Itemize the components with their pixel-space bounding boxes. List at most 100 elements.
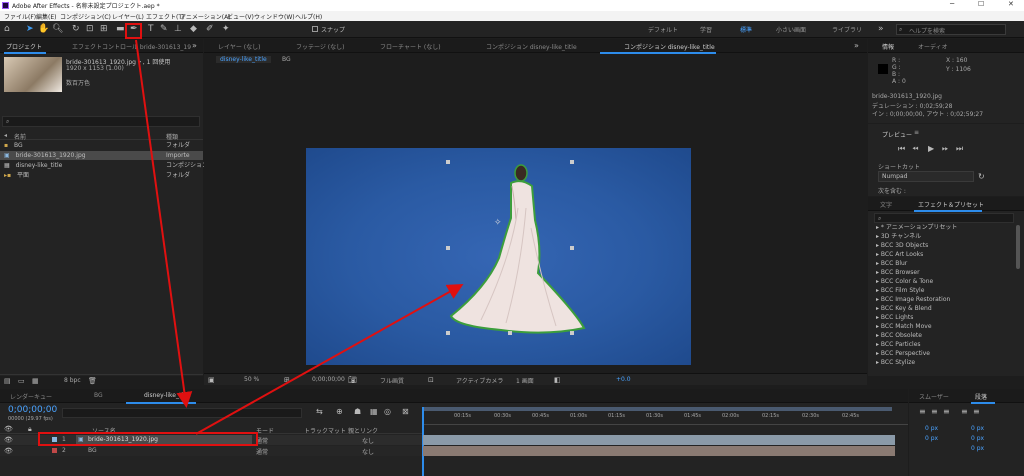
snap-checkbox[interactable] xyxy=(312,26,318,32)
selection-tool-icon[interactable]: ➤ xyxy=(26,24,34,34)
views-select[interactable]: 1 画面 xyxy=(516,376,534,385)
effect-category-item[interactable]: ▸ BCC Particles xyxy=(876,341,921,349)
rotate-tool-icon[interactable]: ↻ xyxy=(72,24,80,34)
transform-handle[interactable] xyxy=(570,331,574,335)
transform-handle[interactable] xyxy=(508,331,512,335)
indent-right[interactable]: 0 px xyxy=(971,425,984,432)
menu-file[interactable]: ファイル(F) xyxy=(4,12,36,21)
effect-category-item[interactable]: ▸ BCC Color & Tone xyxy=(876,278,933,286)
justify-icon[interactable]: ≡ xyxy=(961,407,968,417)
tab-info[interactable]: 情報 xyxy=(882,42,894,51)
col-track-matte[interactable]: トラックマット xyxy=(304,426,346,435)
tab-bg-comp[interactable]: BG xyxy=(94,392,103,399)
menu-window[interactable]: ウィンドウ(W) xyxy=(254,12,295,21)
menu-composition[interactable]: コンポジション(C) xyxy=(60,12,111,21)
bit-depth-button[interactable]: 8 bpc xyxy=(64,377,81,384)
trash-icon[interactable]: 🗑︎ xyxy=(88,376,97,386)
tab-effect-controls[interactable]: エフェクトコントロール bride-301613_19 xyxy=(72,42,191,51)
tab-project[interactable]: プロジェクト xyxy=(6,42,42,51)
menu-layer[interactable]: レイヤー(L) xyxy=(112,12,144,21)
effect-category-item[interactable]: ▸ BCC Image Restoration xyxy=(876,296,950,304)
workspace-libraries[interactable]: ライブラリ xyxy=(832,25,862,34)
workspace-default[interactable]: デフォルト xyxy=(648,25,678,34)
work-area-bar[interactable] xyxy=(422,407,892,411)
frame-blending-icon[interactable]: ▦ xyxy=(370,407,378,417)
hand-tool-icon[interactable]: ✋ xyxy=(38,24,49,34)
space-after[interactable]: 0 px xyxy=(971,445,984,452)
align-right-icon[interactable]: ≡ xyxy=(943,407,950,417)
shy-icon[interactable]: ☗ xyxy=(354,407,361,417)
layer-mode[interactable]: 通常 xyxy=(256,447,268,456)
effect-category-item[interactable]: ▸ BCC Art Looks xyxy=(876,251,923,259)
graph-editor-icon[interactable]: ⊠ xyxy=(402,407,409,417)
motion-blur-icon[interactable]: ◎ xyxy=(384,407,391,417)
pan-behind-tool-icon[interactable]: ⊞ xyxy=(100,24,108,34)
home-icon[interactable]: ⌂ xyxy=(4,24,10,34)
tab-audio[interactable]: オーディオ xyxy=(918,42,948,51)
preview-menu-icon[interactable]: ≡ xyxy=(914,129,919,136)
time-ruler[interactable]: 00:15s 00:30s 00:45s 01:00s 01:15s 01:30… xyxy=(422,407,908,476)
col-parent[interactable]: 親とリンク xyxy=(348,426,378,435)
draft-3d-icon[interactable]: ⊕ xyxy=(336,407,343,417)
prev-frame-icon[interactable]: ⏪︎ xyxy=(912,144,918,154)
col-mode[interactable]: モード xyxy=(256,426,274,435)
workspace-learn[interactable]: 学習 xyxy=(700,25,712,34)
roto-brush-tool-icon[interactable]: ✐ xyxy=(206,24,214,34)
indent-left[interactable]: 0 px xyxy=(925,425,938,432)
effect-category-item[interactable]: ▸ BCC Film Style xyxy=(876,287,924,295)
tab-flowchart[interactable]: フローチャート (なし) xyxy=(380,42,441,51)
brush-tool-icon[interactable]: ✎ xyxy=(160,24,168,34)
panel-more-icon[interactable]: » xyxy=(192,41,197,51)
align-left-icon[interactable]: ≡ xyxy=(919,407,926,417)
loop-icon[interactable]: ↻ xyxy=(978,172,985,182)
close-button[interactable]: ✕ xyxy=(1008,0,1014,8)
layer-parent[interactable]: なし xyxy=(362,447,374,456)
transform-handle[interactable] xyxy=(570,160,574,164)
effect-category-item[interactable]: ▸ BCC Obsolete xyxy=(876,332,922,340)
transform-handle[interactable] xyxy=(446,246,450,250)
maximize-button[interactable]: ☐ xyxy=(978,0,984,8)
help-search-box[interactable]: ⌕ ヘルプを検索 xyxy=(896,24,1006,35)
col-name[interactable]: 名前 xyxy=(14,132,26,141)
camera-select[interactable]: アクティブカメラ xyxy=(456,376,503,385)
zoom-select[interactable]: 50 % xyxy=(244,376,259,383)
tab-render-queue[interactable]: レンダーキュー xyxy=(10,392,52,401)
effect-category-item[interactable]: ▸ BCC Blur xyxy=(876,260,907,268)
subtab-comp[interactable]: disney-like_title xyxy=(216,56,271,63)
col-type[interactable]: 種類 xyxy=(166,132,178,141)
play-icon[interactable]: ▶ xyxy=(928,144,934,154)
menu-effect[interactable]: エフェクト(T) xyxy=(146,12,184,21)
layer-bar[interactable] xyxy=(423,435,895,445)
resolution-select[interactable]: フル画質 xyxy=(380,376,404,385)
camera-tool-icon[interactable]: ⊡ xyxy=(86,24,94,34)
last-frame-icon[interactable]: ⏭ xyxy=(956,144,963,154)
layer-row[interactable]: 👁︎ 2 BG 通常 なし xyxy=(0,446,422,456)
effects-scrollbar[interactable] xyxy=(1016,225,1020,269)
effect-category-item[interactable]: ▸ BCC Perspective xyxy=(876,350,930,358)
comp-flowchart-icon[interactable]: ⇆ xyxy=(316,407,323,417)
always-preview-icon[interactable]: ▣ xyxy=(208,375,215,385)
anchor-point-icon[interactable]: ✧ xyxy=(494,218,502,228)
effects-search-input[interactable]: ⌕ xyxy=(874,213,1014,223)
align-center-icon[interactable]: ≡ xyxy=(931,407,938,417)
timeline-timecode[interactable]: 0;00;00;00 xyxy=(8,405,57,415)
tab-smoother[interactable]: スムーザー xyxy=(919,392,949,401)
new-composition-icon[interactable]: ▦ xyxy=(32,376,39,386)
shortcut-select[interactable]: Numpad xyxy=(878,171,974,182)
space-before[interactable]: 0 px xyxy=(971,435,984,442)
effect-category-item[interactable]: ▸ BCC Browser xyxy=(876,269,920,277)
tab-composition-active[interactable]: コンポジション disney-like_title xyxy=(624,42,715,51)
zoom-tool-icon[interactable]: 🔍︎ xyxy=(52,24,63,34)
layer-bar[interactable] xyxy=(423,446,895,456)
tab-footage[interactable]: フッテージ (なし) xyxy=(296,42,344,51)
effect-category-item[interactable]: ▸ * アニメーションプリセット xyxy=(876,224,957,232)
interpret-footage-icon[interactable]: ▤ xyxy=(4,376,11,386)
next-frame-icon[interactable]: ⏩︎ xyxy=(942,144,948,154)
visibility-eye-icon[interactable]: 👁︎ xyxy=(4,435,13,445)
eraser-tool-icon[interactable]: ◆ xyxy=(190,24,197,34)
project-item[interactable]: ▪ BG フォルダ xyxy=(0,141,203,150)
safe-area-icon[interactable]: ⊞ xyxy=(284,375,290,385)
layer-parent[interactable]: なし xyxy=(362,436,374,445)
tab-character[interactable]: 文字 xyxy=(880,200,892,209)
menu-edit[interactable]: 編集(E) xyxy=(36,12,56,21)
